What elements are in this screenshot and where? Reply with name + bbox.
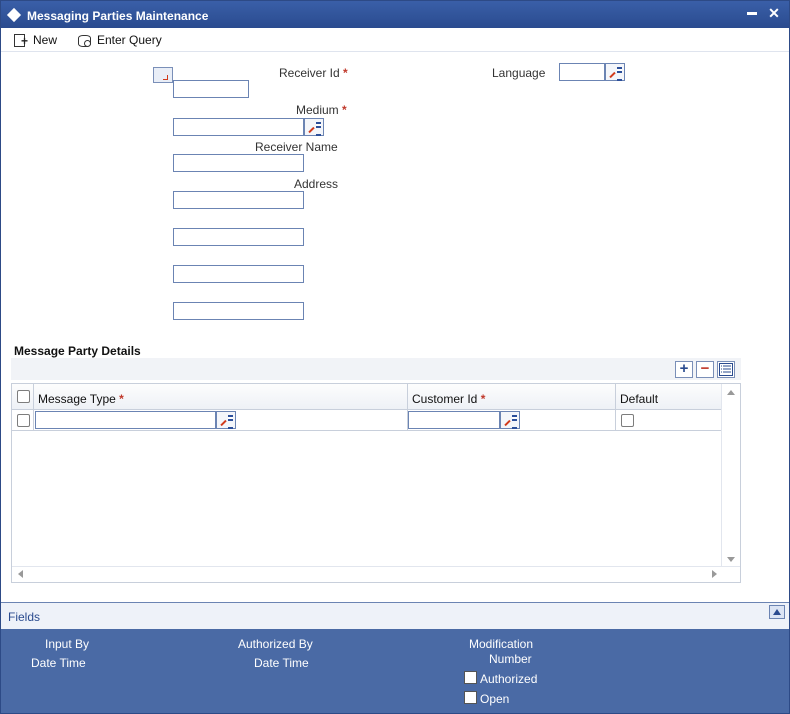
row-select-cell — [12, 410, 34, 431]
medium-label-text: Medium — [296, 103, 339, 117]
authorized-checkbox[interactable] — [464, 671, 477, 684]
authorized-label: Authorized — [480, 672, 538, 686]
required-mark: * — [343, 66, 348, 80]
message-type-header-text: Message Type — [38, 392, 116, 406]
authorized-by-label: Authorized By — [238, 637, 313, 651]
address-label: Address — [294, 177, 339, 191]
date-time-label-2: Date Time — [254, 656, 309, 670]
required-mark: * — [480, 392, 486, 406]
table-row — [12, 410, 721, 431]
open-label: Open — [480, 692, 510, 706]
input-by-label: Input By — [45, 637, 90, 651]
customer-id-input[interactable] — [408, 411, 500, 429]
collapse-icon[interactable] — [769, 605, 785, 619]
row-select-checkbox[interactable] — [17, 414, 30, 427]
messaging-parties-window: Messaging Parties Maintenance ▬ ✕ New En… — [0, 0, 790, 714]
modification-label: Modification — [469, 637, 534, 651]
scroll-right-icon[interactable] — [712, 570, 717, 578]
enter-query-icon — [77, 33, 91, 47]
receiver-id-input[interactable] — [173, 80, 249, 98]
scroll-up-icon[interactable] — [727, 390, 735, 395]
horizontal-scrollbar[interactable] — [12, 566, 740, 582]
vertical-scrollbar[interactable] — [721, 384, 740, 568]
customer-id-header-text: Customer Id — [412, 392, 478, 406]
enter-query-button[interactable]: Enter Query — [77, 30, 162, 50]
message-type-input[interactable] — [35, 411, 216, 429]
header-default[interactable]: Default — [616, 384, 721, 410]
new-label: New — [33, 33, 58, 47]
title-bar: Messaging Parties Maintenance ▬ ✕ — [1, 1, 789, 28]
address-line-3-input[interactable] — [173, 265, 304, 283]
address-line-2-input[interactable] — [173, 228, 304, 246]
header-customer-id[interactable]: Customer Id * — [408, 384, 616, 410]
fields-bar: Fields — [1, 602, 789, 629]
fields-link[interactable]: Fields — [8, 610, 40, 624]
audit-footer: Input By Date Time Authorized By Date Ti… — [1, 629, 789, 713]
customer-id-lov-icon[interactable] — [500, 411, 520, 429]
number-label: Number — [489, 652, 532, 666]
header-message-type[interactable]: Message Type * — [34, 384, 408, 410]
message-party-details-title: Message Party Details — [14, 344, 141, 358]
single-view-icon[interactable] — [717, 361, 735, 378]
message-party-grid: Message Type * Customer Id * Default — [11, 383, 741, 583]
minimize-button[interactable]: ▬ — [744, 5, 760, 21]
grid-header: Message Type * Customer Id * Default — [12, 384, 721, 410]
medium-label: Medium * — [296, 103, 347, 117]
add-row-icon[interactable]: + — [675, 361, 693, 378]
window-diamond-icon — [6, 7, 22, 23]
window-title: Messaging Parties Maintenance — [27, 9, 209, 23]
language-label: Language — [492, 66, 546, 80]
receiver-id-label-text: Receiver Id — [279, 66, 340, 80]
close-button[interactable]: ✕ — [766, 5, 782, 21]
message-type-lov-icon[interactable] — [216, 411, 236, 429]
scroll-left-icon[interactable] — [18, 570, 23, 578]
scroll-down-icon[interactable] — [727, 557, 735, 562]
customer-id-cell — [408, 410, 616, 431]
header-select-cell — [12, 384, 34, 410]
default-checkbox[interactable] — [621, 414, 634, 427]
required-mark: * — [119, 392, 124, 406]
delete-row-icon[interactable]: − — [696, 361, 714, 378]
receiver-name-input[interactable] — [173, 154, 304, 172]
date-time-label-1: Date Time — [31, 656, 86, 670]
toolbar: New Enter Query — [1, 28, 789, 52]
enter-query-label: Enter Query — [97, 33, 162, 47]
new-button[interactable]: New — [13, 30, 57, 50]
required-mark: * — [342, 103, 347, 117]
language-lov-icon[interactable] — [605, 63, 625, 81]
select-all-checkbox[interactable] — [17, 390, 30, 403]
address-line-4-input[interactable] — [173, 302, 304, 320]
address-line-1-input[interactable] — [173, 191, 304, 209]
medium-input[interactable] — [173, 118, 304, 136]
receiver-name-label: Receiver Name — [255, 140, 338, 154]
message-type-cell — [34, 410, 408, 431]
language-input[interactable] — [559, 63, 605, 81]
new-icon — [13, 33, 28, 48]
medium-lov-icon[interactable] — [304, 118, 324, 136]
default-cell — [616, 410, 721, 431]
open-checkbox[interactable] — [464, 691, 477, 704]
grid-toolbar: + − — [11, 358, 741, 380]
receiver-id-label: Receiver Id * — [279, 66, 348, 80]
receiver-lookup-button[interactable] — [153, 67, 173, 83]
